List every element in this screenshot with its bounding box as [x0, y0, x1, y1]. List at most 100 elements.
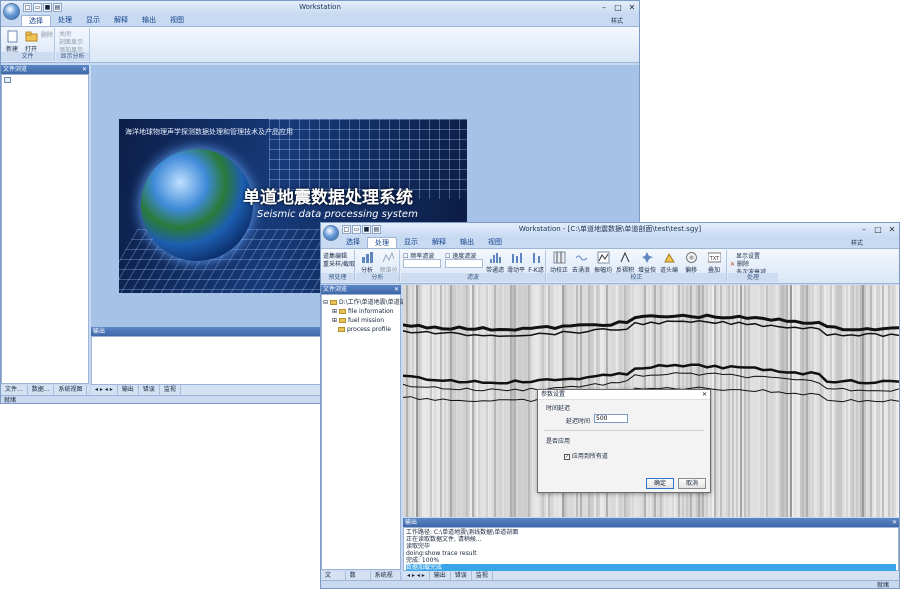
fk-filter-button[interactable]: F-K滤: [527, 251, 545, 274]
tree-item-file-info[interactable]: ⊞ file information: [332, 307, 394, 316]
moving-average-icon: [511, 253, 522, 263]
front-window-title: Workstation - [C:\单道地震数据\单道剖面\test\test.…: [518, 225, 702, 233]
back-ribbon-tabs: 选择 处理 显示 解释 输出 视图: [21, 15, 191, 26]
spectrum-icon: [382, 251, 395, 263]
tree-item-fuel-mission[interactable]: ⊞ fuel mission: [332, 316, 384, 325]
front-tab-display[interactable]: 显示: [397, 237, 425, 248]
front-output-log: 工作路径: C:\单道地震\测线数据\单道剖面 正在读取数据文件, 请稍候...…: [403, 527, 899, 571]
back-tab-display[interactable]: 显示: [79, 15, 107, 26]
tree-item-process-profile[interactable]: process profile: [338, 325, 391, 334]
folder-icon: [338, 327, 345, 332]
apply-all-checkbox[interactable]: ✓ 应用到所有道: [564, 451, 608, 460]
tab-system-view[interactable]: 系统视图: [54, 385, 88, 395]
fk-filter-icon: [532, 253, 540, 263]
front-qat-new-icon[interactable]: □: [342, 225, 351, 234]
out-tab-output[interactable]: 输出: [118, 385, 139, 395]
out-tab-error[interactable]: 错误: [139, 385, 160, 395]
front-file-panel-header: 文件浏览 ✕: [321, 285, 401, 294]
log-line: 正在读取数据文件, 请稍候...: [406, 536, 482, 543]
front-output-close-icon[interactable]: ✕: [892, 518, 897, 527]
gain-recovery-icon: [641, 252, 653, 263]
tree-toolbar-icon[interactable]: [4, 77, 11, 83]
ok-button[interactable]: 确定: [646, 478, 674, 489]
panel-close-icon[interactable]: ✕: [82, 65, 87, 74]
front-tab-output[interactable]: 输出: [453, 237, 481, 248]
nav-arrows[interactable]: ◂ ▸ ◂ ▸: [91, 385, 118, 395]
front-file-tree[interactable]: ⊟ D:\工作\单道地震\单道剖面 ⊞ file information ⊞ f…: [321, 294, 412, 570]
qat-save-icon[interactable]: ■: [43, 3, 52, 12]
filter-combo-1[interactable]: [403, 259, 441, 268]
resample-item[interactable]: 重采样/截取: [323, 259, 355, 268]
folder-icon: [338, 309, 346, 314]
front-ribbon-tabs: 选择 处理 显示 解释 输出 视图: [339, 237, 509, 248]
out-tab-monitor[interactable]: 监视: [160, 385, 181, 395]
front-tab-interpret[interactable]: 解释: [425, 237, 453, 248]
delete-item[interactable]: 删除: [41, 30, 53, 39]
app-orb-button[interactable]: [3, 3, 20, 20]
group-filter: ☐ 频率滤波 ☐ 速度滤波 带通滤波 滑动平均 F-K滤 滤波: [401, 250, 546, 283]
back-file-tree[interactable]: [1, 74, 89, 384]
group-analysis-label: 分析: [356, 273, 399, 282]
group-correct-label: 校正: [547, 273, 726, 282]
back-tab-process[interactable]: 处理: [51, 15, 79, 26]
qat-new-icon[interactable]: □: [23, 3, 32, 12]
front-close-button[interactable]: ✕: [885, 223, 899, 236]
group-process: 显示设置 ✕ 删除 多次波衰减 处理: [728, 250, 778, 282]
open-file-button[interactable]: 打开: [22, 30, 40, 53]
deconvolution-button[interactable]: 反褶积: [614, 251, 636, 274]
deswell-button[interactable]: 去涌浪: [570, 251, 592, 274]
front-tab-select[interactable]: 选择: [339, 237, 367, 248]
log-line: 工作路径: C:\单道地震\测线数据\单道剖面: [406, 529, 519, 536]
filter-combo-2[interactable]: [445, 259, 483, 268]
analysis-button[interactable]: 分析: [357, 251, 377, 274]
earth-globe-image: [141, 149, 253, 261]
svg-text:TXT: TXT: [708, 256, 719, 262]
back-minimize-button[interactable]: –: [597, 1, 611, 14]
front-qat-print-icon[interactable]: ▤: [372, 225, 381, 234]
splash-title-cn: 单道地震数据处理系统: [243, 188, 413, 208]
front-minimize-button[interactable]: –: [857, 223, 871, 236]
front-qat-save-icon[interactable]: ■: [362, 225, 371, 234]
folder-icon: [329, 300, 337, 305]
amplitude-balance-icon: [597, 251, 609, 264]
dialog-close-icon[interactable]: ✕: [702, 390, 707, 400]
front-status-text: 就绪: [876, 582, 889, 589]
dialog-section-delay: 时间延迟: [546, 405, 571, 412]
checkbox-checked-icon: ✓: [564, 454, 570, 460]
back-tab-interpret[interactable]: 解释: [107, 15, 135, 26]
tree-root[interactable]: ⊟ D:\工作\单道地震\单道剖面: [323, 298, 412, 307]
tab-files[interactable]: 文件...: [1, 385, 28, 395]
group-preprocess-label: 预处理: [321, 273, 354, 282]
back-status-text: 就绪: [4, 397, 17, 404]
front-tab-view[interactable]: 视图: [481, 237, 509, 248]
new-file-button[interactable]: 新建: [3, 30, 21, 53]
front-app-orb-button[interactable]: [323, 225, 339, 241]
cancel-button[interactable]: 取消: [678, 478, 706, 489]
stack-button[interactable]: TXT 叠加: [702, 251, 726, 274]
front-style-caption[interactable]: 样式: [851, 238, 863, 247]
txt-tag-icon: TXT: [707, 252, 721, 263]
deswell-icon: [575, 255, 587, 261]
qat-print-icon[interactable]: ▤: [53, 3, 62, 12]
delay-time-input[interactable]: [594, 414, 628, 423]
back-group-display: 关闭 剖面显示 添加显示 显示分析: [56, 28, 90, 61]
splash-title-en: Seismic data processing system: [257, 209, 418, 220]
back-tab-select[interactable]: 选择: [21, 15, 51, 26]
front-qat-open-icon[interactable]: ▭: [352, 225, 361, 234]
delete-x-icon: ✕: [730, 261, 736, 268]
front-tab-process[interactable]: 处理: [367, 237, 397, 248]
back-left-bottom-tabs: 文件... 数据... 系统视图: [1, 385, 89, 395]
migration-button[interactable]: 偏移: [680, 251, 702, 274]
back-style-caption[interactable]: 样式: [611, 16, 623, 25]
qat-open-icon[interactable]: ▭: [33, 3, 42, 12]
back-maximize-button[interactable]: □: [611, 1, 625, 14]
back-tab-view[interactable]: 视图: [163, 15, 191, 26]
dialog-section-apply: 是否应用: [546, 438, 571, 445]
tab-data[interactable]: 数据...: [28, 385, 55, 395]
back-close-button[interactable]: ✕: [625, 1, 639, 14]
front-maximize-button[interactable]: □: [871, 223, 885, 236]
back-tab-output[interactable]: 输出: [135, 15, 163, 26]
log-line: doing:show trace result: [406, 550, 477, 557]
header-edit-icon: [663, 252, 675, 263]
front-panel-close-icon[interactable]: ✕: [394, 285, 399, 294]
